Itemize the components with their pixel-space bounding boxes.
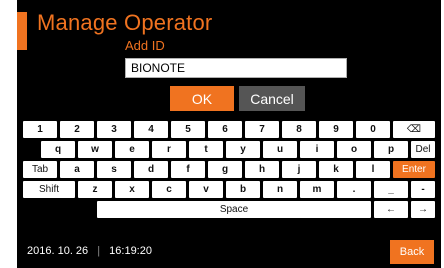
- delete-key[interactable]: Del: [411, 141, 435, 158]
- enter-key[interactable]: Enter: [393, 161, 435, 178]
- key-x[interactable]: x: [115, 181, 149, 198]
- key-h[interactable]: h: [245, 161, 279, 178]
- key-0[interactable]: 0: [356, 121, 390, 138]
- key-d[interactable]: d: [134, 161, 168, 178]
- key-o[interactable]: o: [337, 141, 371, 158]
- key-u[interactable]: u: [263, 141, 297, 158]
- key-w[interactable]: w: [78, 141, 112, 158]
- key-3[interactable]: 3: [97, 121, 131, 138]
- key-r[interactable]: r: [152, 141, 186, 158]
- key-p[interactable]: p: [374, 141, 408, 158]
- key-c[interactable]: c: [152, 181, 186, 198]
- key-m[interactable]: m: [300, 181, 334, 198]
- key-6[interactable]: 6: [208, 121, 242, 138]
- key-g[interactable]: g: [208, 161, 242, 178]
- key-e[interactable]: e: [115, 141, 149, 158]
- key-f[interactable]: f: [171, 161, 205, 178]
- key-z[interactable]: z: [78, 181, 112, 198]
- shift-key[interactable]: Shift: [23, 181, 75, 198]
- backspace-key[interactable]: ⌫: [393, 121, 435, 138]
- status-bar: 2016. 10. 26 | 16:19:20: [17, 234, 441, 268]
- back-button[interactable]: Back: [390, 240, 434, 264]
- status-time: 16:19:20: [109, 245, 152, 257]
- key-5[interactable]: 5: [171, 121, 205, 138]
- status-date: 2016. 10. 26: [27, 245, 89, 257]
- datetime-display: 2016. 10. 26 | 16:19:20: [27, 245, 152, 257]
- key-t[interactable]: t: [189, 141, 223, 158]
- tab-key[interactable]: Tab: [23, 161, 57, 178]
- key-hyphen[interactable]: -: [411, 181, 435, 198]
- page-title: Manage Operator: [37, 10, 213, 35]
- status-separator: |: [97, 245, 101, 257]
- key-2[interactable]: 2: [60, 121, 94, 138]
- key-k[interactable]: k: [319, 161, 353, 178]
- key-n[interactable]: n: [263, 181, 297, 198]
- screen: Manage Operator Add ID OK Cancel 1 2 3 4…: [17, 0, 441, 268]
- key-y[interactable]: y: [226, 141, 260, 158]
- left-arrow-key[interactable]: ←: [374, 201, 408, 218]
- key-8[interactable]: 8: [282, 121, 316, 138]
- key-a[interactable]: a: [60, 161, 94, 178]
- space-key[interactable]: Space: [97, 201, 371, 218]
- key-b[interactable]: b: [226, 181, 260, 198]
- right-arrow-key[interactable]: →: [411, 201, 435, 218]
- key-underscore[interactable]: _: [374, 181, 408, 198]
- key-4[interactable]: 4: [134, 121, 168, 138]
- key-9[interactable]: 9: [319, 121, 353, 138]
- id-input[interactable]: [125, 58, 347, 78]
- key-i[interactable]: i: [300, 141, 334, 158]
- title-accent-bar: [17, 12, 27, 50]
- key-v[interactable]: v: [189, 181, 223, 198]
- key-1[interactable]: 1: [23, 121, 57, 138]
- key-j[interactable]: j: [282, 161, 316, 178]
- key-q[interactable]: q: [41, 141, 75, 158]
- key-s[interactable]: s: [97, 161, 131, 178]
- add-id-label: Add ID: [125, 38, 165, 53]
- key-7[interactable]: 7: [245, 121, 279, 138]
- cancel-button[interactable]: Cancel: [239, 86, 305, 111]
- key-l[interactable]: l: [356, 161, 390, 178]
- ok-button[interactable]: OK: [170, 86, 234, 111]
- key-period[interactable]: .: [337, 181, 371, 198]
